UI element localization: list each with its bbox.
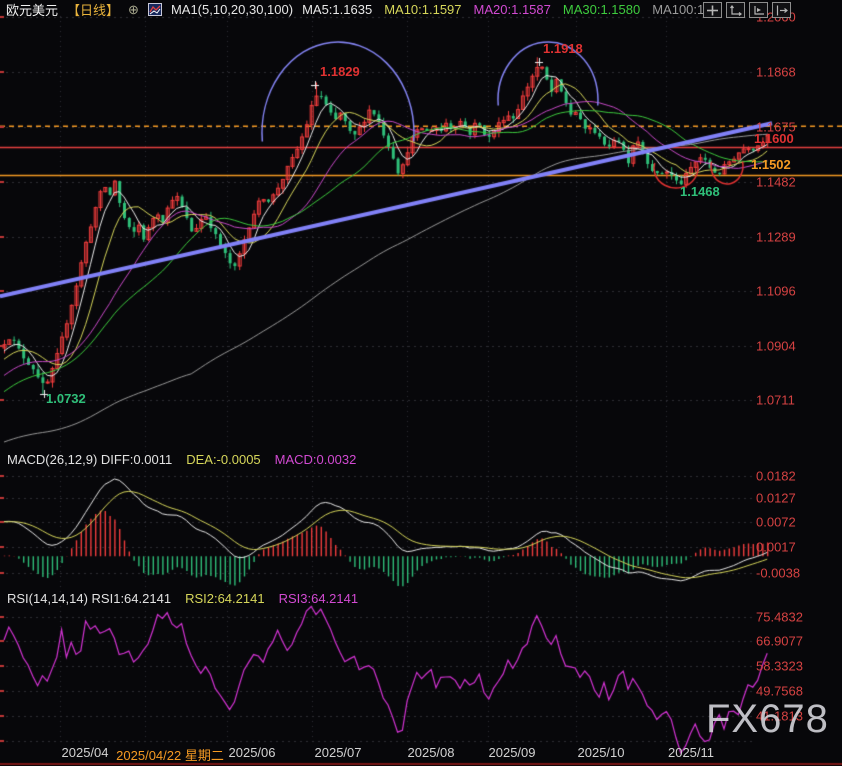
macd-axis-tick: 0.0072	[756, 515, 796, 530]
rsi-axis-tick: 75.4832	[756, 610, 803, 625]
pan-icon[interactable]	[703, 2, 722, 18]
price-annotation: 1.1468	[680, 184, 720, 199]
macd-label-segment-3: MACD:0.0032	[275, 452, 357, 467]
ma-settings-label: MA1(5,10,20,30,100)	[171, 2, 293, 17]
price-annotation: 1.1829	[320, 64, 360, 79]
price-axis-tick: 1.0711	[756, 393, 795, 408]
price-axis-tick: 1.1868	[756, 65, 796, 80]
rsi-axis-tick: 58.3323	[756, 659, 803, 674]
price-axis-tick: 1.1289	[756, 230, 796, 245]
price-annotation: 1.0732	[46, 391, 86, 406]
axis-indicator-icon[interactable]	[749, 2, 768, 18]
macd-axis-tick: 0.0017	[756, 540, 796, 555]
macd-axis-tick: -0.0038	[756, 566, 800, 581]
rsi-label-segment-1: RSI(14,14,14) RSI1:64.2141	[7, 591, 171, 606]
price-axis-tick: 1.0904	[756, 339, 796, 354]
watermark: FX678	[706, 697, 829, 742]
period-label: 【日线】	[67, 0, 119, 19]
ma-value-4: MA30:1.1580	[563, 2, 640, 17]
rsi-axis-tick: 66.9077	[756, 634, 803, 649]
chart-type-icon[interactable]	[148, 3, 162, 16]
date-axis-label-selected: 2025/04/22 星期二	[116, 745, 224, 764]
exit-right-icon[interactable]	[772, 2, 791, 18]
price-annotation: 1.1600	[754, 131, 794, 146]
settings-icon[interactable]: ⊕	[128, 3, 139, 16]
price-annotation: 1.1502	[751, 157, 791, 172]
ma-value-2: MA10:1.1597	[384, 2, 461, 17]
ma-value-1: MA5:1.1635	[302, 2, 372, 17]
date-axis-label: 2025/11	[668, 745, 714, 760]
chart-toolbar	[703, 2, 791, 18]
date-axis-label: 2025/04	[62, 745, 109, 760]
date-axis-label: 2025/08	[408, 745, 455, 760]
rsi-label-row: RSI(14,14,14) RSI1:64.2141 RSI2:64.2141 RS…	[7, 591, 358, 606]
rsi-label-segment-3: RSI3:64.2141	[279, 591, 359, 606]
date-axis-label: 2025/10	[578, 745, 625, 760]
price-axis-tick: 1.1482	[756, 175, 796, 190]
price-chart-canvas[interactable]	[0, 0, 842, 766]
forex-chart-app: 欧元美元 【日线】 ⊕ MA1(5,10,20,30,100) MA5:1.16…	[0, 0, 842, 766]
chart-header: 欧元美元 【日线】 ⊕ MA1(5,10,20,30,100) MA5:1.16…	[6, 1, 722, 17]
macd-label-segment-2: DEA:-0.0005	[186, 452, 260, 467]
macd-label-row: MACD(26,12,9) DIFF:0.0011 DEA:-0.0005 MACD…	[7, 452, 356, 467]
ma-values: MA5:1.1635 MA10:1.1597 MA20:1.1587 MA30:1.1…	[302, 2, 722, 17]
macd-axis-tick: 0.0182	[756, 469, 796, 484]
date-axis-label: 2025/06	[229, 745, 276, 760]
date-axis-label: 2025/07	[315, 745, 362, 760]
price-axis-tick: 1.1096	[756, 284, 796, 299]
macd-label-segment-1: MACD(26,12,9) DIFF:0.0011	[7, 452, 172, 467]
symbol-title: 欧元美元	[6, 0, 58, 19]
date-axis-label: 2025/09	[489, 745, 536, 760]
price-annotation: 1.1918	[543, 41, 583, 56]
macd-axis-tick: 0.0127	[756, 491, 796, 506]
rsi-label-segment-2: RSI2:64.2141	[185, 591, 265, 606]
axis-scale-icon[interactable]	[726, 2, 745, 18]
ma-value-3: MA20:1.1587	[474, 2, 551, 17]
